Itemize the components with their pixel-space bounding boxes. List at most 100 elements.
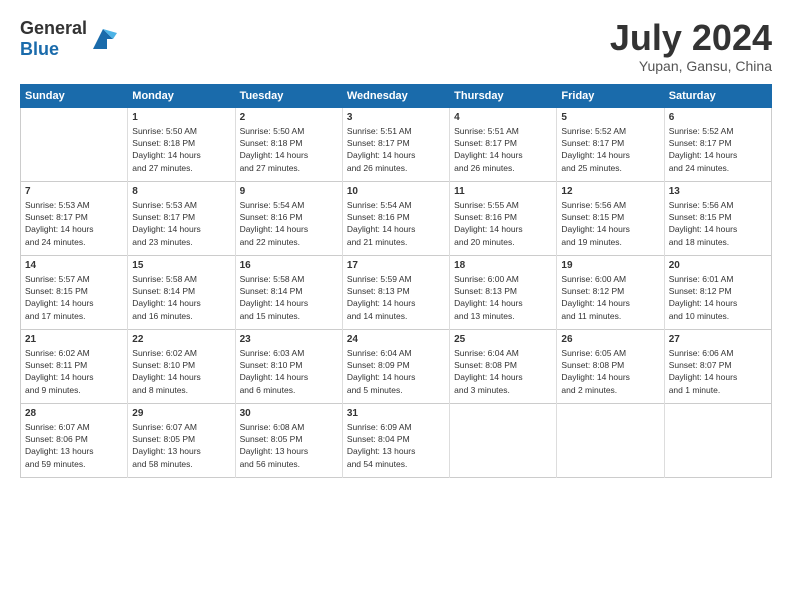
day-info: Sunrise: 6:09 AM Sunset: 8:04 PM Dayligh… [347, 421, 445, 470]
location-title: Yupan, Gansu, China [610, 58, 772, 74]
calendar-table: Sunday Monday Tuesday Wednesday Thursday… [20, 84, 772, 478]
table-row: 16 Sunrise: 5:58 AM Sunset: 8:14 PM Dayli… [235, 255, 342, 329]
day-info: Sunrise: 5:58 AM Sunset: 8:14 PM Dayligh… [132, 273, 230, 322]
table-row: 4 Sunrise: 5:51 AM Sunset: 8:17 PM Daylig… [450, 107, 557, 181]
day-number: 11 [454, 186, 552, 197]
table-row: 5Sunrise: 5:52 AM Sunset: 8:17 PM Daylig… [557, 107, 664, 181]
day-number: 1 [132, 112, 230, 123]
table-row: 26 Sunrise: 6:05 AM Sunset: 8:08 PM Dayli… [557, 329, 664, 403]
day-info: Sunrise: 6:07 AM Sunset: 8:06 PM Dayligh… [25, 421, 123, 470]
table-row [664, 403, 771, 477]
day-number: 16 [240, 260, 338, 271]
day-number: 26 [561, 334, 659, 345]
col-monday: Monday [128, 84, 235, 107]
logo-blue: Blue [20, 39, 59, 59]
table-row: 3 Sunrise: 5:51 AM Sunset: 8:17 PM Daylig… [342, 107, 449, 181]
col-friday: Friday [557, 84, 664, 107]
day-number: 6 [669, 112, 767, 123]
table-row [557, 403, 664, 477]
table-row: 27 Sunrise: 6:06 AM Sunset: 8:07 PM Dayli… [664, 329, 771, 403]
col-thursday: Thursday [450, 84, 557, 107]
day-info: Sunrise: 5:54 AM Sunset: 8:16 PM Dayligh… [347, 199, 445, 248]
header: General Blue July 2024 Yupan, Gansu, Chi… [20, 18, 772, 74]
table-row: 30Sunrise: 6:08 AM Sunset: 8:05 PM Dayli… [235, 403, 342, 477]
day-number: 24 [347, 334, 445, 345]
month-title: July 2024 [610, 18, 772, 58]
day-info: Sunrise: 6:00 AM Sunset: 8:12 PM Dayligh… [561, 273, 659, 322]
table-row: 23 Sunrise: 6:03 AM Sunset: 8:10 PM Dayli… [235, 329, 342, 403]
day-info: Sunrise: 6:00 AM Sunset: 8:13 PM Dayligh… [454, 273, 552, 322]
table-row: 2Sunrise: 5:50 AM Sunset: 8:18 PM Daylig… [235, 107, 342, 181]
day-number: 21 [25, 334, 123, 345]
day-number: 18 [454, 260, 552, 271]
table-row: 20 Sunrise: 6:01 AM Sunset: 8:12 PM Dayli… [664, 255, 771, 329]
day-info: Sunrise: 5:52 AM Sunset: 8:17 PM Dayligh… [561, 125, 659, 174]
table-row [21, 107, 128, 181]
calendar-header: Sunday Monday Tuesday Wednesday Thursday… [21, 84, 772, 107]
table-row: 15 Sunrise: 5:58 AM Sunset: 8:14 PM Dayli… [128, 255, 235, 329]
day-number: 4 [454, 112, 552, 123]
day-info: Sunrise: 6:06 AM Sunset: 8:07 PM Dayligh… [669, 347, 767, 396]
day-number: 20 [669, 260, 767, 271]
table-row: 14 Sunrise: 5:57 AM Sunset: 8:15 PM Dayli… [21, 255, 128, 329]
day-info: Sunrise: 6:07 AM Sunset: 8:05 PM Dayligh… [132, 421, 230, 470]
table-row: 12Sunrise: 5:56 AM Sunset: 8:15 PM Dayli… [557, 181, 664, 255]
day-number: 13 [669, 186, 767, 197]
table-row: 19 Sunrise: 6:00 AM Sunset: 8:12 PM Dayli… [557, 255, 664, 329]
logo: General Blue [20, 18, 117, 60]
col-wednesday: Wednesday [342, 84, 449, 107]
day-info: Sunrise: 5:51 AM Sunset: 8:17 PM Dayligh… [347, 125, 445, 174]
day-info: Sunrise: 6:02 AM Sunset: 8:11 PM Dayligh… [25, 347, 123, 396]
day-info: Sunrise: 6:05 AM Sunset: 8:08 PM Dayligh… [561, 347, 659, 396]
page: General Blue July 2024 Yupan, Gansu, Chi… [0, 0, 792, 612]
table-row: 10 Sunrise: 5:54 AM Sunset: 8:16 PM Dayli… [342, 181, 449, 255]
day-number: 19 [561, 260, 659, 271]
day-number: 27 [669, 334, 767, 345]
day-info: Sunrise: 5:59 AM Sunset: 8:13 PM Dayligh… [347, 273, 445, 322]
table-row: 31 Sunrise: 6:09 AM Sunset: 8:04 PM Dayli… [342, 403, 449, 477]
day-number: 28 [25, 408, 123, 419]
table-row: 9Sunrise: 5:54 AM Sunset: 8:16 PM Daylig… [235, 181, 342, 255]
logo-icon [89, 25, 117, 53]
day-number: 31 [347, 408, 445, 419]
title-block: July 2024 Yupan, Gansu, China [610, 18, 772, 74]
day-number: 7 [25, 186, 123, 197]
day-info: Sunrise: 6:03 AM Sunset: 8:10 PM Dayligh… [240, 347, 338, 396]
table-row: 29 Sunrise: 6:07 AM Sunset: 8:05 PM Dayli… [128, 403, 235, 477]
day-number: 3 [347, 112, 445, 123]
day-number: 15 [132, 260, 230, 271]
day-info: Sunrise: 5:51 AM Sunset: 8:17 PM Dayligh… [454, 125, 552, 174]
day-number: 9 [240, 186, 338, 197]
table-row: 13Sunrise: 5:56 AM Sunset: 8:15 PM Dayli… [664, 181, 771, 255]
day-info: Sunrise: 6:01 AM Sunset: 8:12 PM Dayligh… [669, 273, 767, 322]
col-tuesday: Tuesday [235, 84, 342, 107]
day-info: Sunrise: 5:53 AM Sunset: 8:17 PM Dayligh… [25, 199, 123, 248]
day-info: Sunrise: 5:50 AM Sunset: 8:18 PM Dayligh… [132, 125, 230, 174]
day-info: Sunrise: 6:08 AM Sunset: 8:05 PM Dayligh… [240, 421, 338, 470]
table-row: 8Sunrise: 5:53 AM Sunset: 8:17 PM Daylig… [128, 181, 235, 255]
day-info: Sunrise: 5:53 AM Sunset: 8:17 PM Dayligh… [132, 199, 230, 248]
calendar-body: 1 Sunrise: 5:50 AM Sunset: 8:18 PM Daylig… [21, 107, 772, 477]
day-info: Sunrise: 5:56 AM Sunset: 8:15 PM Dayligh… [561, 199, 659, 248]
day-info: Sunrise: 6:02 AM Sunset: 8:10 PM Dayligh… [132, 347, 230, 396]
table-row: 25 Sunrise: 6:04 AM Sunset: 8:08 PM Dayli… [450, 329, 557, 403]
day-info: Sunrise: 5:58 AM Sunset: 8:14 PM Dayligh… [240, 273, 338, 322]
day-number: 25 [454, 334, 552, 345]
day-info: Sunrise: 6:04 AM Sunset: 8:08 PM Dayligh… [454, 347, 552, 396]
day-number: 22 [132, 334, 230, 345]
day-number: 14 [25, 260, 123, 271]
table-row: 22 Sunrise: 6:02 AM Sunset: 8:10 PM Dayli… [128, 329, 235, 403]
day-info: Sunrise: 5:52 AM Sunset: 8:17 PM Dayligh… [669, 125, 767, 174]
day-number: 17 [347, 260, 445, 271]
table-row [450, 403, 557, 477]
table-row: 28 Sunrise: 6:07 AM Sunset: 8:06 PM Dayli… [21, 403, 128, 477]
table-row: 17 Sunrise: 5:59 AM Sunset: 8:13 PM Dayli… [342, 255, 449, 329]
day-number: 23 [240, 334, 338, 345]
day-number: 10 [347, 186, 445, 197]
logo-general: General [20, 18, 87, 38]
day-number: 29 [132, 408, 230, 419]
table-row: 6 Sunrise: 5:52 AM Sunset: 8:17 PM Daylig… [664, 107, 771, 181]
logo-text: General Blue [20, 18, 87, 60]
day-info: Sunrise: 5:50 AM Sunset: 8:18 PM Dayligh… [240, 125, 338, 174]
day-info: Sunrise: 5:57 AM Sunset: 8:15 PM Dayligh… [25, 273, 123, 322]
